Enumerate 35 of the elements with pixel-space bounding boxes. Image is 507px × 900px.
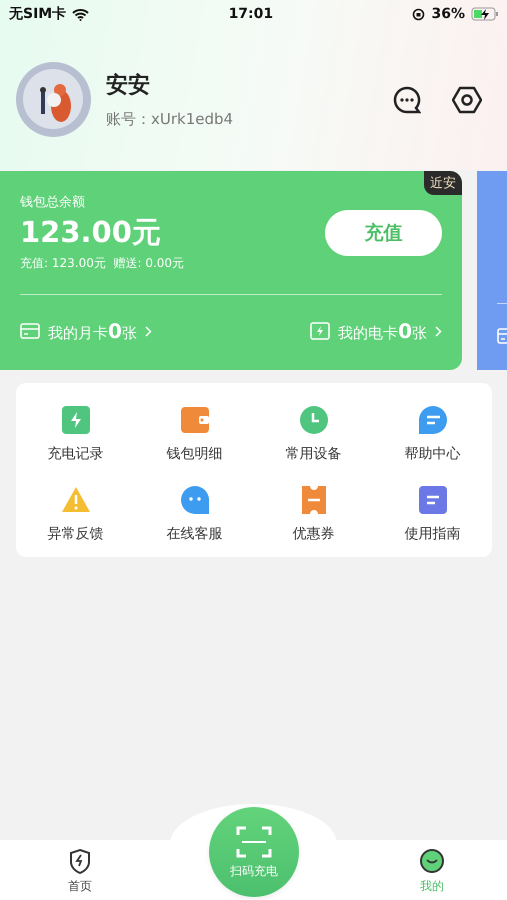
user-name: 安安 xyxy=(106,72,151,100)
menu-item[interactable]: 常用设备 xyxy=(254,405,373,463)
balance-detail: 充值: 123.00元 赠送: 0.00元 xyxy=(20,255,184,272)
document-icon xyxy=(418,485,448,515)
menu-item[interactable]: 帮助中心 xyxy=(373,405,492,463)
smile-icon xyxy=(419,848,445,874)
menu-item[interactable]: 钱包明细 xyxy=(135,405,254,463)
wifi-icon xyxy=(72,8,90,20)
menu-item[interactable]: 充电记录 xyxy=(16,405,135,463)
clock-icon xyxy=(298,405,328,435)
bolt-icon xyxy=(60,405,90,435)
balance-amount: 123.00元 xyxy=(20,214,162,251)
carrier-text: 无SIM卡 xyxy=(9,5,66,23)
chat-icon xyxy=(180,485,210,515)
card-icon xyxy=(20,323,40,339)
account-id: 账号：xUrk1edb4 xyxy=(106,110,234,129)
shield-bolt-icon xyxy=(68,848,92,874)
menu-item[interactable]: 异常反馈 xyxy=(16,485,135,543)
tab[interactable]: 首页 xyxy=(68,840,92,900)
warning-icon xyxy=(60,485,90,515)
menu-item[interactable]: 优惠券 xyxy=(254,485,373,543)
battery-charging-icon xyxy=(470,7,499,21)
battery-percent: 36% xyxy=(431,6,465,22)
clock-time: 17:01 xyxy=(228,6,274,22)
menu-item[interactable]: 在线客服 xyxy=(135,485,254,543)
rotation-lock-icon xyxy=(412,8,426,20)
bolt-icon xyxy=(310,322,330,340)
wallet-icon xyxy=(180,405,210,435)
menu-item[interactable]: 使用指南 xyxy=(373,485,492,543)
chevron-icon xyxy=(435,326,442,336)
scan-icon xyxy=(236,824,272,858)
speech-bubble-icon xyxy=(418,405,448,435)
chevron-icon xyxy=(144,326,152,336)
city-tag: 近安 xyxy=(424,171,462,195)
balance-label: 钱包总余额 xyxy=(20,194,86,211)
